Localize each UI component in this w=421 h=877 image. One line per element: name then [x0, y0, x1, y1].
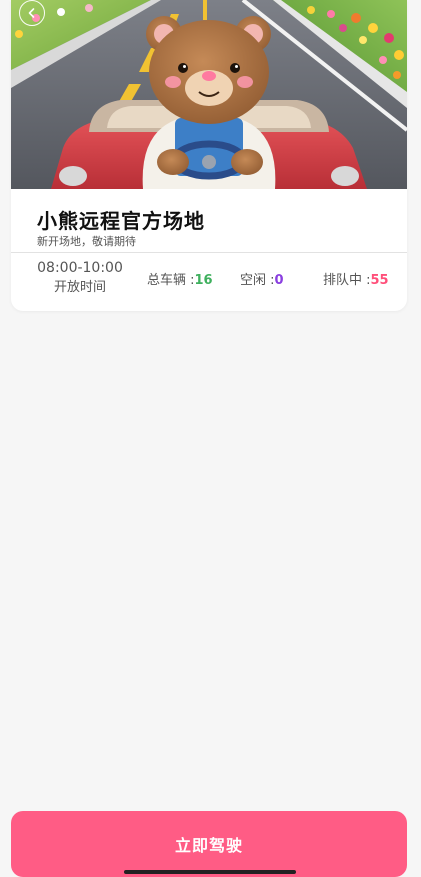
- opening-hours: 08:00-10:00 开放时间: [28, 258, 132, 298]
- stat-queue-value: 55: [370, 273, 389, 288]
- back-button[interactable]: [19, 0, 45, 26]
- stat-queue: 排队中 :55: [323, 269, 389, 288]
- stat-idle-value: 0: [274, 273, 284, 288]
- venue-hero-image: [11, 0, 407, 189]
- stat-queue-label: 排队中 :: [323, 273, 371, 288]
- stat-idle-label: 空闲 :: [240, 273, 275, 288]
- home-indicator: [124, 870, 296, 874]
- venue-stats: 08:00-10:00 开放时间 总车辆 :16 空闲 :0 排队中 :55: [11, 253, 407, 311]
- venue-name: 小熊远程官方场地: [37, 209, 205, 233]
- venue-card: 小熊远程官方场地 新开场地，敬请期待 08:00-10:00 开放时间 总车辆 …: [11, 0, 407, 311]
- venue-subtitle: 新开场地，敬请期待: [37, 235, 136, 248]
- stat-total-vehicles: 总车辆 :16: [147, 269, 213, 288]
- stat-total-value: 16: [194, 273, 213, 288]
- opening-hours-range: 08:00-10:00: [37, 260, 123, 276]
- stat-total-label: 总车辆 :: [147, 273, 195, 288]
- stat-idle-vehicles: 空闲 :0: [240, 269, 284, 288]
- opening-hours-label: 开放时间: [53, 280, 106, 295]
- drive-now-button[interactable]: 立即驾驶: [11, 811, 407, 877]
- back-arrow-icon: [28, 8, 35, 18]
